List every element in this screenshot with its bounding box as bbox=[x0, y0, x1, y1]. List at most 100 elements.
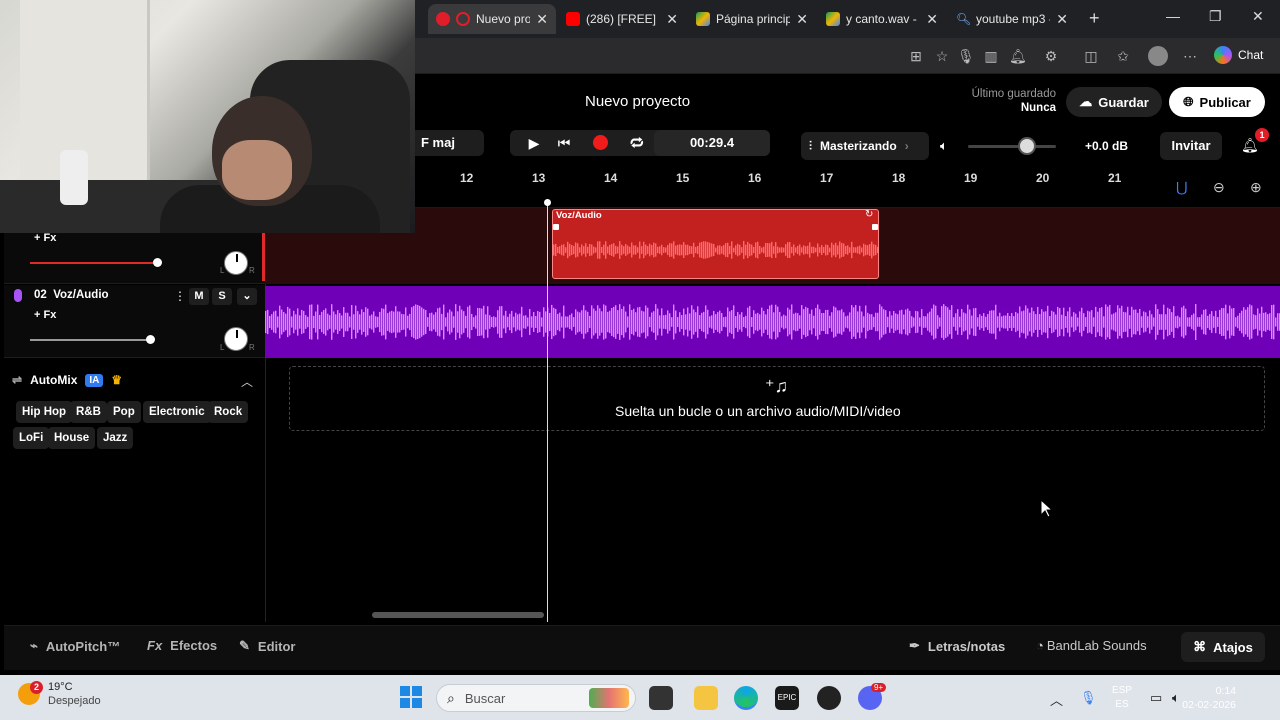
genre-chip[interactable]: House bbox=[48, 427, 96, 449]
pan-knob[interactable] bbox=[224, 327, 248, 351]
loop-icon[interactable]: ↻ bbox=[865, 209, 873, 220]
windows-start-icon[interactable] bbox=[400, 686, 422, 708]
playhead-handle[interactable] bbox=[544, 199, 551, 206]
track-menu-icon[interactable]: ⋮ bbox=[174, 289, 186, 303]
chevron-down-icon[interactable]: ⌄ bbox=[237, 288, 257, 305]
sounds-label: BandLab Sounds bbox=[1046, 638, 1147, 653]
invite-button[interactable]: Invitar bbox=[1160, 132, 1222, 160]
automix-label: AutoMix bbox=[30, 373, 78, 387]
automix-header[interactable]: ⇌ AutoMix IA ♛ bbox=[12, 373, 122, 387]
close-icon[interactable]: ✕ bbox=[666, 11, 678, 28]
profile-avatar[interactable] bbox=[1148, 46, 1168, 66]
autopitch-icon: ⌁ bbox=[30, 638, 38, 653]
volume-slider-handle[interactable] bbox=[146, 335, 155, 344]
notification-icon[interactable]: 🔔︎ bbox=[1009, 48, 1027, 64]
clip-trim-handle-left[interactable] bbox=[553, 224, 559, 230]
epic-games-icon[interactable]: EPIC bbox=[775, 686, 799, 710]
horizontal-scrollbar[interactable] bbox=[372, 612, 544, 618]
solo-button[interactable]: S bbox=[212, 288, 232, 305]
ruler-mark: 14 bbox=[604, 171, 618, 185]
tab-drive-file[interactable]: y canto.wav - G ✕ bbox=[818, 4, 946, 34]
pan-knob[interactable] bbox=[224, 251, 248, 275]
add-fx-button[interactable]: + Fx bbox=[34, 232, 56, 244]
more-options-icon[interactable]: ⋯ bbox=[1182, 48, 1198, 64]
microphone-icon[interactable]: 🎙︎ bbox=[957, 48, 975, 64]
lyrics-notes-button[interactable]: ✒ Letras/notas bbox=[909, 638, 1005, 654]
network-icon[interactable]: ▭ bbox=[1150, 690, 1162, 706]
discord-badge: 9+ bbox=[871, 683, 887, 692]
magnet-icon[interactable]: ⋃ bbox=[1176, 179, 1187, 196]
loop-button[interactable]: 🔁︎ bbox=[628, 134, 646, 152]
close-window-button[interactable]: ✕ bbox=[1252, 8, 1264, 25]
reader-icon[interactable]: ▥ bbox=[983, 48, 999, 64]
app-available-icon[interactable]: ⊞ bbox=[908, 48, 924, 64]
task-view-icon[interactable] bbox=[649, 686, 673, 710]
genre-chip[interactable]: Jazz bbox=[97, 427, 134, 449]
close-icon[interactable]: ✕ bbox=[1056, 11, 1068, 28]
master-volume-slider[interactable] bbox=[968, 145, 1056, 148]
zoom-in-icon[interactable]: ⊕ bbox=[1250, 179, 1262, 196]
genre-chip[interactable]: LoFi bbox=[13, 427, 50, 449]
globe-icon: 🌐︎ bbox=[1183, 94, 1194, 109]
favorite-star-icon[interactable]: ☆ bbox=[934, 48, 950, 64]
volume-slider[interactable] bbox=[30, 339, 148, 341]
chevron-up-icon[interactable]: ︿ bbox=[1050, 690, 1063, 709]
recording-icon bbox=[456, 12, 470, 26]
tab-youtube[interactable]: (286) [FREE] Pie ✕ bbox=[558, 4, 686, 34]
editor-button[interactable]: ✎ Editor bbox=[239, 638, 295, 654]
mute-button[interactable]: M bbox=[189, 288, 209, 305]
volume-slider[interactable] bbox=[30, 262, 156, 264]
taskbar-search[interactable]: ⌕ Buscar bbox=[436, 684, 636, 712]
genre-chip[interactable]: Electronic bbox=[143, 401, 211, 423]
tab-bandlab[interactable]: Nuevo pro ✕ bbox=[428, 4, 556, 34]
genre-chip[interactable]: R&B bbox=[70, 401, 107, 423]
search-highlight-image bbox=[589, 688, 629, 708]
bandlab-sounds-button[interactable]: ◔ BandLab Sounds bbox=[1036, 638, 1147, 653]
command-icon: ⌘ bbox=[1193, 639, 1207, 654]
add-fx-button[interactable]: + Fx bbox=[34, 309, 56, 321]
ruler-mark: 15 bbox=[676, 171, 690, 185]
genre-chip[interactable]: Pop bbox=[107, 401, 141, 423]
project-title[interactable]: Nuevo proyecto bbox=[585, 93, 690, 110]
copilot-chat-button[interactable]: Chat bbox=[1214, 46, 1263, 64]
zoom-out-icon[interactable]: ⊖ bbox=[1213, 179, 1225, 196]
playhead[interactable] bbox=[547, 203, 548, 622]
clip-name: Voz/Audio bbox=[556, 210, 602, 221]
clip-trim-handle-right[interactable] bbox=[872, 224, 878, 230]
close-icon[interactable]: ✕ bbox=[796, 11, 808, 28]
key-selector[interactable]: F maj bbox=[410, 130, 484, 156]
effects-button[interactable]: Fx Efectos bbox=[147, 638, 217, 653]
split-screen-icon[interactable]: ◫ bbox=[1083, 48, 1099, 64]
autopitch-button[interactable]: ⌁ AutoPitch™ bbox=[30, 638, 120, 654]
close-icon[interactable]: ✕ bbox=[536, 11, 548, 28]
chevron-up-icon[interactable]: ︿ bbox=[241, 373, 253, 390]
obs-icon[interactable] bbox=[817, 686, 841, 710]
restore-button[interactable]: ❐ bbox=[1209, 8, 1222, 25]
new-tab-button[interactable]: + bbox=[1089, 8, 1100, 29]
tab-title: y canto.wav - G bbox=[846, 12, 920, 26]
minimize-button[interactable]: — bbox=[1166, 8, 1180, 24]
system-clock[interactable]: 0:14 02-02-2026 bbox=[1182, 684, 1236, 712]
mastering-button[interactable]: ⫶ Masterizando › bbox=[801, 132, 929, 160]
shortcuts-button[interactable]: ⌘ Atajos bbox=[1181, 632, 1265, 662]
volume-icon[interactable]: 🔈︎ bbox=[940, 138, 948, 154]
volume-slider-handle[interactable] bbox=[153, 258, 162, 267]
play-button[interactable]: ▶ bbox=[525, 134, 543, 152]
track-name[interactable]: 02 Voz/Audio bbox=[34, 289, 109, 301]
genre-chip[interactable]: Hip Hop bbox=[16, 401, 73, 423]
extensions-icon[interactable]: ⚙ bbox=[1043, 48, 1059, 64]
language-indicator[interactable]: ESP ES bbox=[1112, 684, 1132, 712]
tab-drive-home[interactable]: Página principa ✕ bbox=[688, 4, 816, 34]
save-button[interactable]: ☁ Guardar bbox=[1066, 87, 1162, 117]
tab-search[interactable]: 🔍︎ youtube mp3 - ✕ bbox=[948, 4, 1076, 34]
master-volume-knob[interactable] bbox=[1018, 137, 1036, 155]
favorites-icon[interactable]: ✩ bbox=[1115, 48, 1131, 64]
close-icon[interactable]: ✕ bbox=[926, 11, 938, 28]
edge-icon[interactable] bbox=[734, 686, 758, 710]
rewind-button[interactable]: ⏮ bbox=[555, 134, 573, 152]
record-button[interactable] bbox=[593, 135, 608, 150]
publish-button[interactable]: 🌐︎ Publicar bbox=[1169, 87, 1265, 117]
file-explorer-icon[interactable] bbox=[694, 686, 718, 710]
microphone-icon[interactable]: 🎙︎ bbox=[1080, 690, 1097, 706]
genre-chip[interactable]: Rock bbox=[208, 401, 249, 423]
